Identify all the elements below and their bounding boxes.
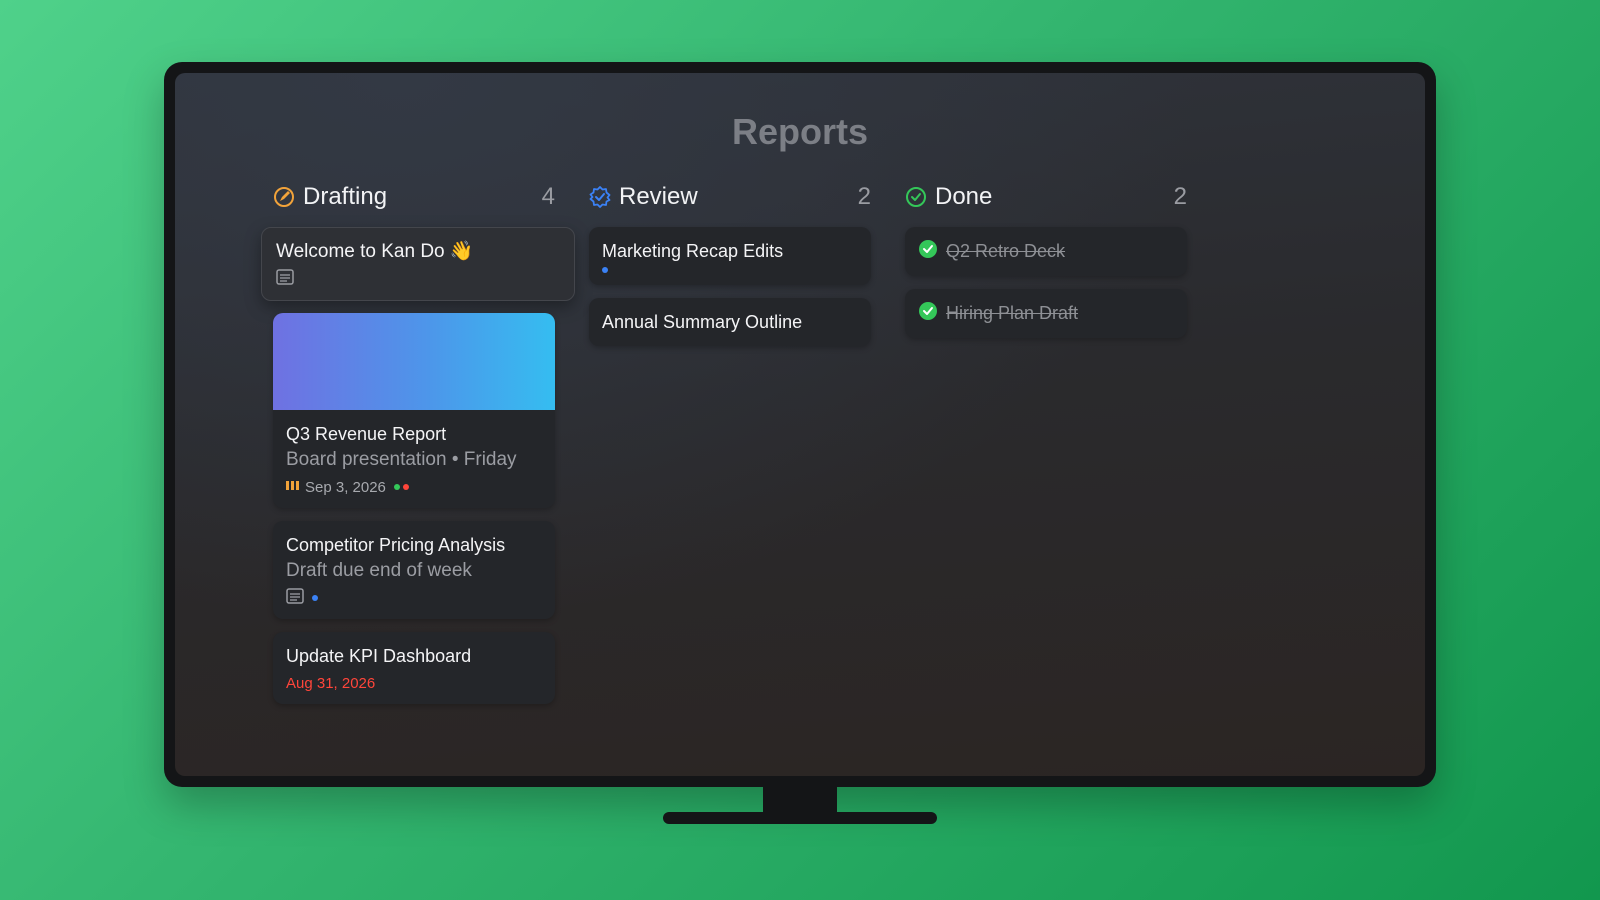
card-due-date-overdue: Aug 31, 2026 [286, 674, 376, 692]
card-due-date: Sep 3, 2026 [305, 478, 386, 496]
priority-bars-icon [286, 478, 299, 496]
column-drafting: Drafting 4 Welcome to Kan Do 👋 Q3 Revenu… [261, 179, 575, 717]
check-circle-icon [905, 186, 927, 208]
column-count: 2 [1173, 183, 1187, 210]
column-count: 4 [541, 183, 555, 210]
card-hiring-plan[interactable]: Hiring Plan Draft [905, 289, 1187, 338]
tag-dot-blue [602, 267, 608, 273]
column-name: Done [935, 183, 993, 210]
column-name: Review [619, 183, 698, 210]
completed-check-icon[interactable] [918, 239, 938, 264]
card-title: Q3 Revenue Report [286, 424, 447, 444]
tv-stand-base [663, 812, 937, 824]
card-title: Annual Summary Outline [602, 312, 803, 332]
completed-check-icon[interactable] [918, 301, 938, 326]
card-title: Q2 Retro Deck [946, 241, 1066, 261]
card-welcome[interactable]: Welcome to Kan Do 👋 [261, 227, 575, 301]
column-header-drafting[interactable]: Drafting 4 [273, 179, 555, 215]
column-done: Done 2 Q2 Retro Deck Hiring Plan Draft [905, 179, 1187, 351]
card-subtitle: Board presentation • Friday [286, 449, 517, 470]
card-title: Competitor Pricing Analysis [286, 535, 506, 555]
card-competitor-pricing[interactable]: Competitor Pricing Analysis Draft due en… [273, 521, 555, 619]
column-header-review[interactable]: Review 2 [589, 179, 871, 215]
card-title: Welcome to Kan Do 👋 [276, 241, 474, 262]
notes-icon [276, 268, 294, 290]
column-count: 2 [857, 183, 871, 210]
column-name: Drafting [303, 183, 388, 210]
pencil-circle-icon [273, 186, 295, 208]
badge-check-icon [589, 186, 611, 208]
card-cover-image [273, 313, 555, 410]
card-title: Hiring Plan Draft [946, 303, 1079, 323]
column-header-done[interactable]: Done 2 [905, 179, 1187, 215]
tv-frame: Reports Drafting 4 Welcome to Kan Do 👋 Q… [164, 62, 1436, 787]
tv-stand-neck [763, 786, 837, 814]
notes-icon [286, 587, 304, 609]
card-title: Marketing Recap Edits [602, 241, 784, 261]
card-title: Update KPI Dashboard [286, 646, 472, 666]
card-marketing-recap[interactable]: Marketing Recap Edits [589, 227, 871, 285]
card-subtitle: Draft due end of week [286, 560, 472, 581]
card-q2-retro[interactable]: Q2 Retro Deck [905, 227, 1187, 276]
tag-dot-blue [312, 595, 318, 601]
card-annual-summary[interactable]: Annual Summary Outline [589, 298, 871, 346]
app-screen: Reports Drafting 4 Welcome to Kan Do 👋 Q… [175, 73, 1425, 776]
tag-dot-green [393, 484, 400, 490]
tag-dot-red [402, 484, 409, 490]
board-title: Reports [731, 111, 869, 152]
card-q3-revenue[interactable]: Q3 Revenue Report Board presentation • F… [273, 313, 555, 508]
column-review: Review 2 Marketing Recap Edits Annual Su… [589, 179, 871, 359]
card-kpi-dashboard[interactable]: Update KPI Dashboard Aug 31, 2026 [273, 632, 555, 704]
